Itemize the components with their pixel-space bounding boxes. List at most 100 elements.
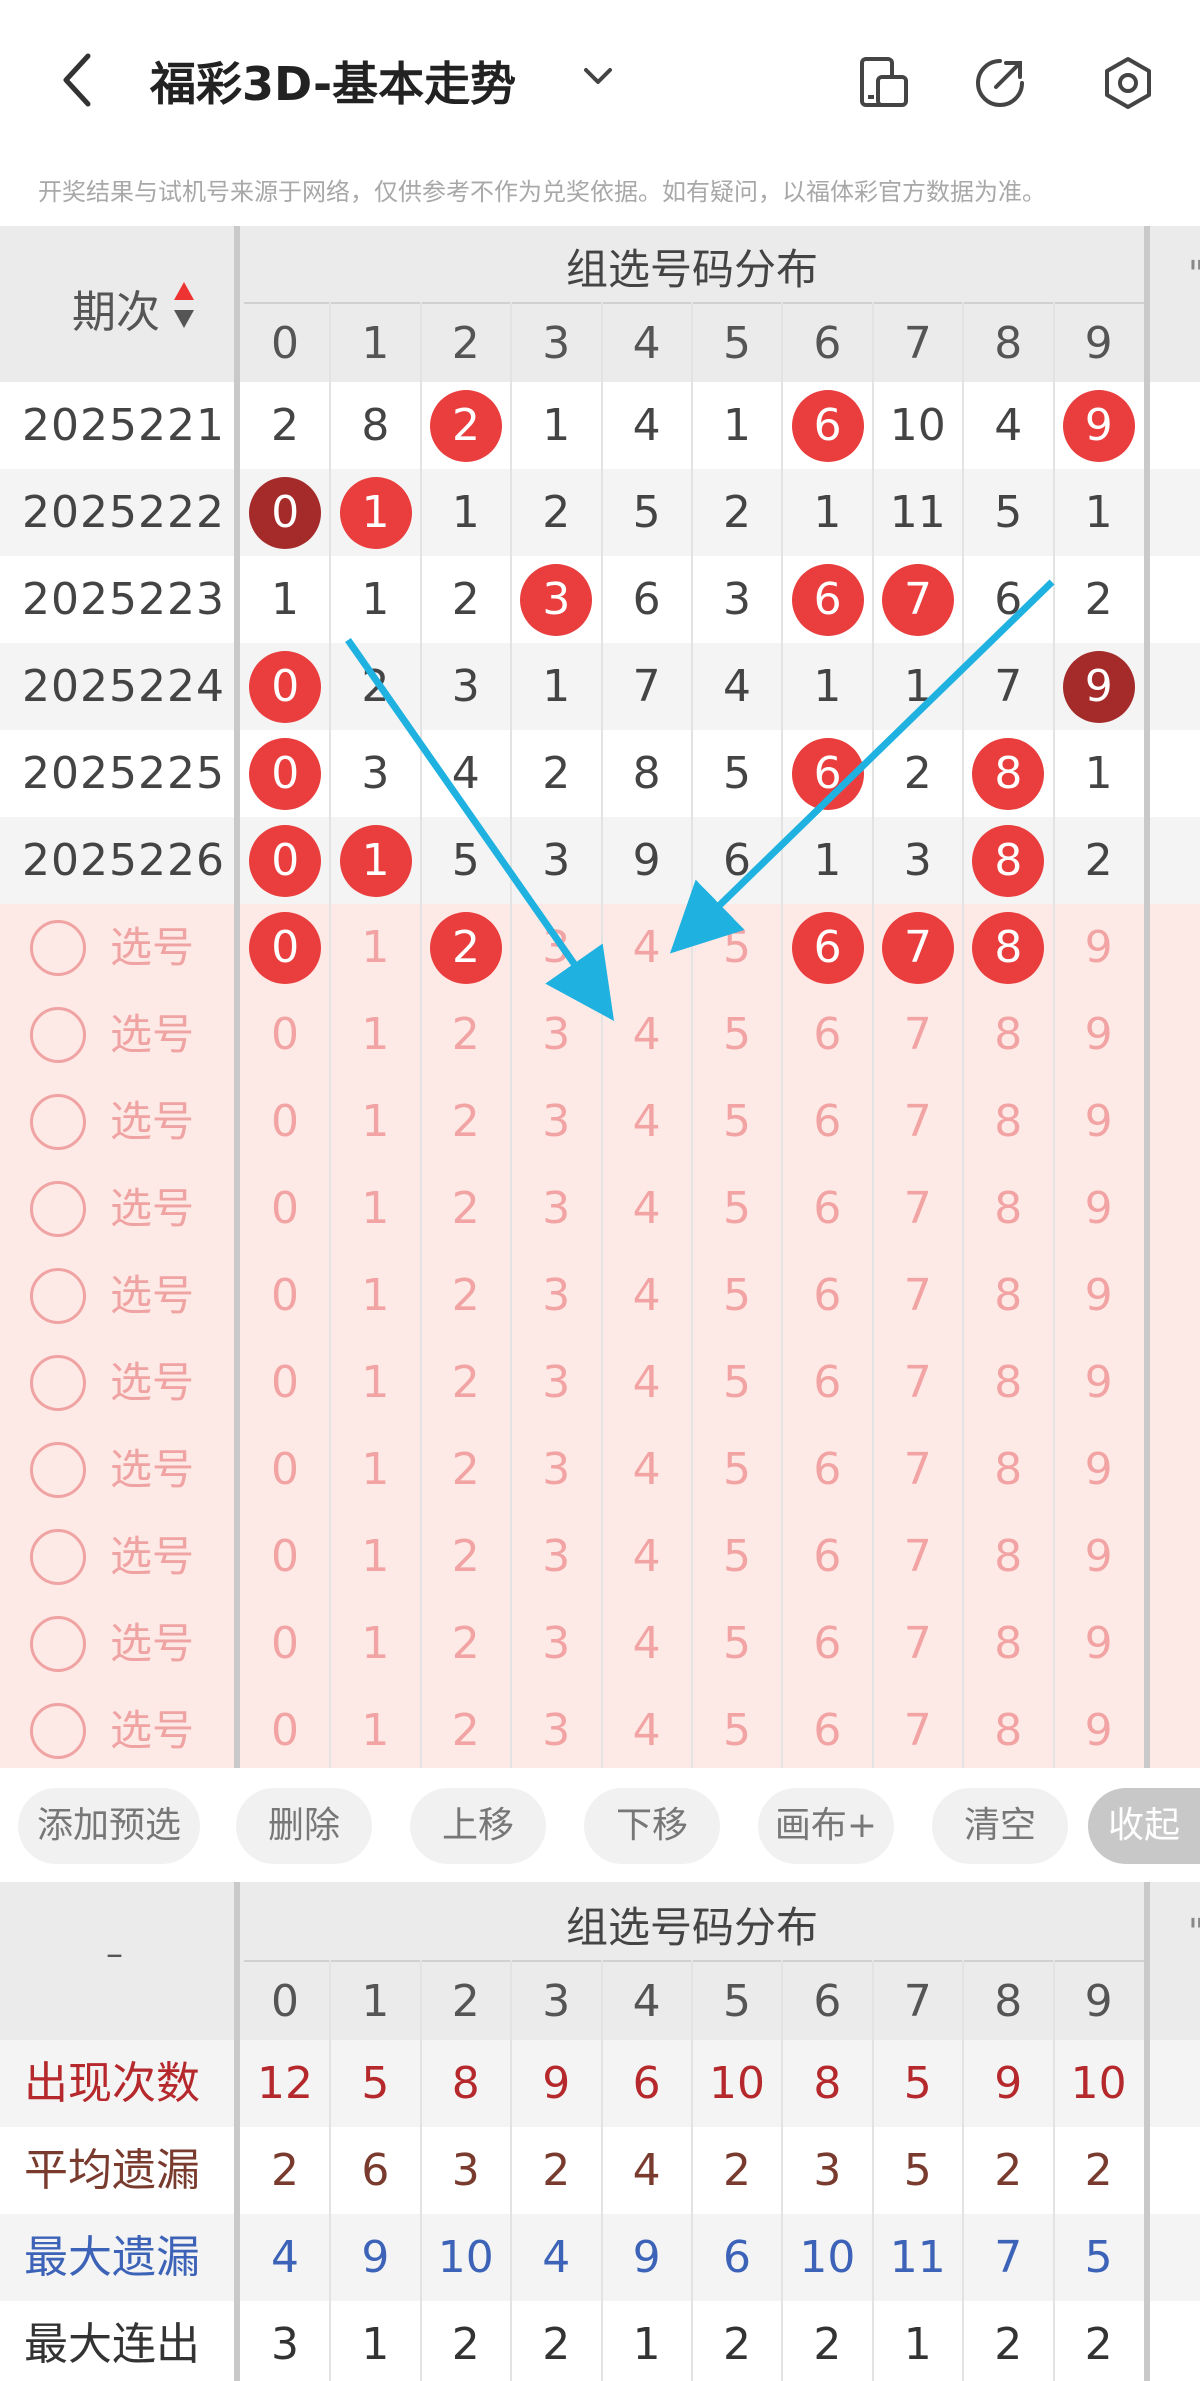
pick-digit[interactable]: 5	[692, 1252, 782, 1339]
pick-digit[interactable]: 0	[240, 1600, 330, 1687]
pick-digit[interactable]: 0	[240, 1339, 330, 1426]
pick-digit[interactable]: 3	[511, 1339, 601, 1426]
pick-digit[interactable]: 0	[240, 991, 330, 1078]
collapse-button[interactable]: 收起	[1088, 1788, 1200, 1864]
move-up-button[interactable]: 上移	[410, 1788, 546, 1864]
pick-digit[interactable]: 1	[330, 1687, 420, 1774]
pick-digit[interactable]: 3	[511, 1513, 601, 1600]
pick-digit[interactable]: 0	[240, 1252, 330, 1339]
pick-digit[interactable]: 7	[873, 991, 963, 1078]
pick-digit[interactable]: 4	[602, 991, 692, 1078]
pick-digit[interactable]: 0	[240, 1426, 330, 1513]
pick-digit[interactable]: 3	[511, 1165, 601, 1252]
pick-digit[interactable]: 5	[692, 1426, 782, 1513]
pick-label[interactable]: 选号	[110, 1426, 194, 1513]
settings-icon[interactable]	[1100, 55, 1156, 111]
pick-digit[interactable]: 9	[1054, 1165, 1144, 1252]
pick-digit[interactable]: 2	[421, 1078, 511, 1165]
pick-digit[interactable]: 4	[602, 1252, 692, 1339]
pick-digit[interactable]: 1	[330, 1339, 420, 1426]
pick-radio[interactable]	[30, 1702, 86, 1759]
pick-digit[interactable]: 4	[602, 1165, 692, 1252]
share-icon[interactable]	[972, 55, 1028, 111]
pick-digit[interactable]: 7	[873, 1687, 963, 1774]
pick-digit[interactable]: 2	[421, 1339, 511, 1426]
pick-digit[interactable]: 2	[421, 1426, 511, 1513]
pick-digit[interactable]: 6	[782, 1078, 872, 1165]
pick-digit[interactable]: 3	[511, 1600, 601, 1687]
pick-digit[interactable]: 8	[963, 1339, 1053, 1426]
pick-radio[interactable]	[30, 1354, 86, 1411]
pick-digit[interactable]: 7	[873, 1339, 963, 1426]
sort-icon[interactable]	[172, 280, 196, 330]
pick-digit[interactable]: 2	[421, 991, 511, 1078]
pick-digit[interactable]: 8	[963, 1687, 1053, 1774]
pick-digit[interactable]: 6	[782, 991, 872, 1078]
pick-digit[interactable]: 8	[963, 991, 1053, 1078]
pick-digit[interactable]: 6	[782, 1165, 872, 1252]
pick-digit[interactable]: 9	[1054, 1600, 1144, 1687]
pick-label[interactable]: 选号	[110, 1600, 194, 1687]
pick-label[interactable]: 选号	[110, 1339, 194, 1426]
phone-layout-icon[interactable]	[856, 55, 912, 111]
pick-digit[interactable]: 2	[421, 1687, 511, 1774]
pick-digit[interactable]: 5	[692, 991, 782, 1078]
pick-digit[interactable]: 7	[873, 1078, 963, 1165]
pick-digit[interactable]: 6	[782, 1339, 872, 1426]
selected-ball[interactable]: 0	[249, 911, 322, 984]
pick-digit[interactable]: 8	[963, 1252, 1053, 1339]
pick-digit[interactable]: 7	[873, 1513, 963, 1600]
pick-digit[interactable]: 3	[511, 991, 601, 1078]
pick-label[interactable]: 选号	[110, 1078, 194, 1165]
chevron-down-icon[interactable]	[580, 62, 616, 92]
pick-digit[interactable]: 7	[873, 1426, 963, 1513]
pick-digit[interactable]: 1	[330, 1426, 420, 1513]
pick-digit[interactable]: 6	[782, 1426, 872, 1513]
pick-digit[interactable]: 3	[511, 1078, 601, 1165]
pick-digit[interactable]: 9	[1054, 1513, 1144, 1600]
add-preselect-button[interactable]: 添加预选	[18, 1788, 200, 1864]
pick-digit[interactable]: 2	[421, 1165, 511, 1252]
pick-digit[interactable]: 7	[873, 1165, 963, 1252]
pick-label[interactable]: 选号	[110, 991, 194, 1078]
page-title[interactable]: 福彩3D-基本走势	[150, 48, 516, 114]
pick-label[interactable]: 选号	[110, 904, 194, 991]
pick-label[interactable]: 选号	[110, 1513, 194, 1600]
pick-digit[interactable]: 0	[240, 1165, 330, 1252]
clear-button[interactable]: 清空	[932, 1788, 1068, 1864]
pick-digit[interactable]: 4	[602, 1513, 692, 1600]
selected-ball[interactable]: 7	[882, 911, 954, 984]
pick-radio[interactable]	[30, 1180, 86, 1237]
pick-digit[interactable]: 7	[873, 1252, 963, 1339]
pick-radio[interactable]	[30, 1615, 86, 1672]
pick-digit[interactable]: 5	[692, 1687, 782, 1774]
pick-digit[interactable]: 2	[421, 1600, 511, 1687]
pick-digit[interactable]: 5	[692, 904, 782, 991]
pick-digit[interactable]: 1	[330, 1600, 420, 1687]
pick-digit[interactable]: 9	[1054, 1687, 1144, 1774]
pick-digit[interactable]: 8	[963, 1513, 1053, 1600]
pick-digit[interactable]: 9	[1054, 1252, 1144, 1339]
pick-digit[interactable]: 3	[511, 904, 601, 991]
pick-digit[interactable]: 6	[782, 1600, 872, 1687]
pick-digit[interactable]: 9	[1054, 1426, 1144, 1513]
pick-digit[interactable]: 8	[963, 1426, 1053, 1513]
pick-digit[interactable]: 0	[240, 1078, 330, 1165]
selected-ball[interactable]: 6	[791, 911, 864, 984]
pick-digit[interactable]: 0	[240, 1513, 330, 1600]
pick-digit[interactable]: 9	[1054, 991, 1144, 1078]
pick-radio[interactable]	[30, 1093, 86, 1150]
pick-digit[interactable]: 9	[1054, 1339, 1144, 1426]
pick-digit[interactable]: 5	[692, 1513, 782, 1600]
pick-digit[interactable]: 0	[240, 1687, 330, 1774]
pick-digit[interactable]: 4	[602, 1426, 692, 1513]
pick-digit[interactable]: 3	[511, 1426, 601, 1513]
back-icon[interactable]	[56, 50, 96, 110]
pick-radio[interactable]	[30, 919, 86, 976]
pick-digit[interactable]: 4	[602, 1600, 692, 1687]
pick-label[interactable]: 选号	[110, 1687, 194, 1774]
pick-digit[interactable]: 7	[873, 1600, 963, 1687]
pick-digit[interactable]: 4	[602, 1687, 692, 1774]
move-down-button[interactable]: 下移	[584, 1788, 720, 1864]
canvas-plus-button[interactable]: 画布+	[758, 1788, 894, 1864]
